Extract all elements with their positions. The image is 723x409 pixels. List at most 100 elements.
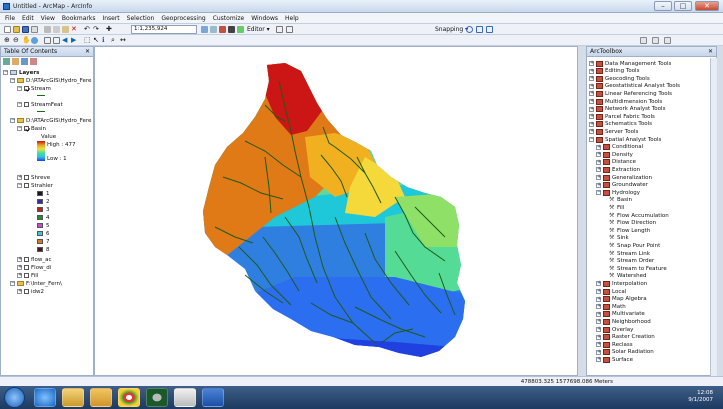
- list-by-drawing-icon[interactable]: [3, 58, 10, 65]
- toolbox-server-tools[interactable]: + Server Tools: [589, 128, 638, 135]
- toolbox-data-management-tools[interactable]: + Data Management Tools: [589, 60, 671, 67]
- toolset-generalization[interactable]: + Generalization: [596, 174, 652, 181]
- toc-icon[interactable]: [210, 26, 217, 33]
- python-icon[interactable]: [228, 26, 235, 33]
- tool-snap-pour-point[interactable]: ⚒ Snap Pour Point: [609, 242, 660, 249]
- ie-icon[interactable]: [34, 388, 56, 407]
- tool-sink[interactable]: ⚒ Sink: [609, 235, 629, 242]
- tool-stream-link[interactable]: ⚒ Stream Link: [609, 250, 650, 257]
- streamfeat-checkbox[interactable]: [24, 102, 29, 107]
- toolset-distance[interactable]: + Distance: [596, 159, 636, 166]
- window-icon[interactable]: [640, 37, 647, 44]
- word-icon[interactable]: [202, 388, 224, 407]
- expand-icon[interactable]: +: [596, 175, 601, 180]
- close-button[interactable]: ✕: [695, 1, 719, 11]
- tool-flow-direction[interactable]: ⚒ Flow Direction: [609, 220, 656, 227]
- fixed-zoom-in-icon[interactable]: [44, 37, 51, 44]
- list-by-source-icon[interactable]: [12, 58, 19, 65]
- tool-stream-order[interactable]: ⚒ Stream Order: [609, 258, 654, 265]
- expand-icon[interactable]: −: [596, 190, 601, 196]
- snap-end-icon[interactable]: [476, 26, 483, 33]
- scale-combo[interactable]: 1:1,235,924: [131, 25, 197, 34]
- expand-icon[interactable]: +: [596, 342, 601, 348]
- toc-layer-shreve[interactable]: + Shreve: [17, 174, 50, 181]
- editor-toolbar-icon[interactable]: [201, 26, 208, 33]
- toolset-hydrology[interactable]: − Hydrology: [596, 189, 640, 196]
- fill-checkbox[interactable]: [24, 273, 29, 278]
- toc-layer-flow-ac[interactable]: + flow_ac: [17, 256, 51, 263]
- redo-icon[interactable]: ↷: [93, 26, 100, 33]
- menu-view[interactable]: View: [41, 15, 55, 22]
- folder-icon[interactable]: [90, 388, 112, 407]
- add-data-icon[interactable]: ✚: [106, 26, 113, 33]
- expand-icon[interactable]: +: [596, 144, 601, 150]
- toolbox-geocoding-tools[interactable]: + Geocoding Tools: [589, 75, 650, 82]
- save-icon[interactable]: [22, 26, 29, 33]
- expand-icon[interactable]: −: [589, 137, 594, 142]
- stream-checkbox[interactable]: [24, 86, 29, 91]
- expand-icon[interactable]: +: [589, 114, 594, 120]
- minimize-button[interactable]: –: [654, 1, 672, 11]
- menu-edit[interactable]: Edit: [22, 15, 34, 22]
- layout-icon[interactable]: [652, 37, 659, 44]
- copy-icon[interactable]: [53, 26, 60, 33]
- tool-flow-accumulation[interactable]: ⚒ Flow Accumulation: [609, 212, 669, 219]
- arctoolbox-icon[interactable]: [219, 26, 226, 33]
- menu-customize[interactable]: Customize: [213, 15, 245, 22]
- chrome-icon[interactable]: [118, 388, 140, 407]
- menu-bookmarks[interactable]: Bookmarks: [62, 15, 96, 22]
- list-by-visibility-icon[interactable]: [21, 58, 28, 65]
- toc-group1[interactable]: − D:\RTArcGIS\Hydro_Fere: [10, 77, 91, 84]
- toolset-neighborhood[interactable]: + Neighborhood: [596, 318, 651, 325]
- editor-menu[interactable]: Editor ▾: [247, 26, 270, 33]
- tool-watershed[interactable]: ⚒ Watershed: [609, 273, 647, 280]
- toolset-overlay[interactable]: + Overlay: [596, 326, 633, 333]
- snapping-menu[interactable]: Snapping ▾: [435, 26, 468, 33]
- edit-tool-icon[interactable]: [276, 26, 283, 33]
- toolset-interpolation[interactable]: + Interpolation: [596, 280, 647, 287]
- expand-icon[interactable]: +: [589, 106, 594, 112]
- menu-insert[interactable]: Insert: [102, 15, 119, 22]
- snap-point-icon[interactable]: [466, 26, 473, 33]
- expand-icon[interactable]: +: [596, 357, 601, 363]
- tool-basin[interactable]: ⚒ Basin: [609, 197, 632, 204]
- new-icon[interactable]: [4, 26, 11, 33]
- find-icon[interactable]: ⌕: [111, 37, 118, 44]
- tool-stream-to-feature[interactable]: ⚒ Stream to Feature: [609, 265, 667, 272]
- list-by-selection-icon[interactable]: [30, 58, 37, 65]
- menu-geoprocessing[interactable]: Geoprocessing: [161, 15, 205, 22]
- expand-icon[interactable]: +: [589, 68, 594, 74]
- toc-layer-flow-di[interactable]: + Flow_di: [17, 264, 51, 271]
- expand-icon[interactable]: +: [596, 319, 601, 325]
- toolbox-parcel-fabric-tools[interactable]: + Parcel Fabric Tools: [589, 113, 655, 120]
- pan-icon[interactable]: ✋: [22, 37, 31, 44]
- toolset-raster-creation[interactable]: + Raster Creation: [596, 334, 655, 341]
- open-icon[interactable]: [13, 26, 20, 33]
- fixed-zoom-out-icon[interactable]: [53, 37, 60, 44]
- toc-layer-fill[interactable]: + Fill: [17, 272, 38, 279]
- tool-flow-length[interactable]: ⚒ Flow Length: [609, 227, 650, 234]
- expand-icon[interactable]: +: [596, 159, 601, 165]
- back-icon[interactable]: ◀: [62, 37, 69, 44]
- toolset-density[interactable]: + Density: [596, 151, 633, 158]
- toc-group3[interactable]: − F:\Inter_Fern\: [10, 280, 62, 287]
- toolbox-network-analyst-tools[interactable]: + Network Analyst Tools: [589, 106, 665, 113]
- idw2-checkbox[interactable]: [24, 289, 29, 294]
- expand-icon[interactable]: +: [589, 76, 594, 82]
- menu-file[interactable]: File: [5, 15, 15, 22]
- delete-icon[interactable]: ✕: [71, 26, 78, 33]
- paste-icon[interactable]: [62, 26, 69, 33]
- maximize-button[interactable]: □: [674, 1, 692, 11]
- toolset-extraction[interactable]: + Extraction: [596, 166, 640, 173]
- toolset-reclass[interactable]: + Reclass: [596, 341, 633, 348]
- explorer-icon[interactable]: [62, 388, 84, 407]
- toolbox-editing-tools[interactable]: + Editing Tools: [589, 68, 639, 75]
- expand-icon[interactable]: +: [596, 281, 601, 287]
- start-button[interactable]: [4, 387, 25, 408]
- expand-icon[interactable]: +: [589, 61, 594, 66]
- toolset-surface[interactable]: + Surface: [596, 356, 633, 363]
- expand-icon[interactable]: +: [589, 91, 594, 97]
- toolbox-geostatistical-analyst-tools[interactable]: + Geostatistical Analyst Tools: [589, 83, 680, 90]
- app-icon-globe[interactable]: [146, 388, 168, 407]
- toc-group2[interactable]: − D:\RTArcGIS\Hydro_Fere: [10, 117, 91, 124]
